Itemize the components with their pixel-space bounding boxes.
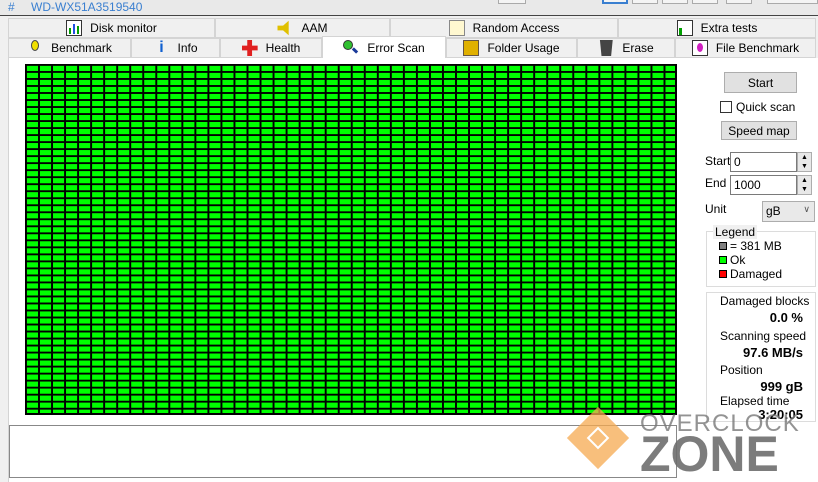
tab-benchmark[interactable]: Benchmark — [8, 38, 131, 58]
quick-scan-checkbox[interactable] — [720, 101, 732, 113]
elapsed-time-value: 3:20:05 — [758, 407, 803, 422]
toolbar-button[interactable] — [662, 0, 688, 4]
tab-info[interactable]: i Info — [131, 38, 220, 58]
legend-block: = 381 MB — [719, 239, 782, 253]
unit-value: gB — [766, 204, 781, 218]
tab-label: Error Scan — [367, 40, 425, 55]
legend-damaged: Damaged — [719, 267, 782, 281]
legend-ok-label: Ok — [730, 253, 746, 267]
title-bar: # WD-WX51A3519540 — [0, 0, 818, 16]
tab-folder-usage[interactable]: Folder Usage — [446, 38, 577, 58]
quick-scan-label: Quick scan — [736, 100, 796, 114]
tab-health[interactable]: Health — [220, 38, 322, 58]
elapsed-time-label: Elapsed time — [720, 394, 790, 408]
tab-extra-tests[interactable]: Extra tests — [618, 18, 816, 38]
tab-label: File Benchmark — [715, 41, 800, 55]
tab-disk-monitor[interactable]: Disk monitor — [8, 18, 215, 38]
scan-stats: Damaged blocks 0.0 % Scanning speed 97.6… — [706, 292, 816, 422]
tab-erase[interactable]: Erase — [577, 38, 675, 58]
toolbar-button[interactable] — [498, 0, 526, 4]
folder-icon — [463, 40, 480, 56]
red-cross-icon — [241, 40, 258, 56]
title-hash: # — [8, 0, 15, 14]
scanning-speed-value: 97.6 MB/s — [743, 345, 803, 360]
file-benchmark-icon — [691, 40, 708, 56]
extra-tests-icon — [676, 20, 693, 36]
tab-label: Disk monitor — [90, 21, 157, 35]
toolbar-button[interactable] — [767, 0, 818, 4]
green-swatch — [719, 256, 727, 264]
gray-swatch — [719, 242, 727, 250]
tab-error-scan[interactable]: Error Scan — [322, 36, 446, 58]
tab-label: Random Access — [472, 21, 560, 35]
tab-label: Info — [177, 41, 198, 55]
legend-ok: Ok — [719, 253, 745, 267]
disk-monitor-icon — [66, 20, 83, 36]
position-label: Position — [720, 363, 763, 377]
legend-title: Legend — [713, 225, 758, 239]
end-spinner[interactable]: ▲ ▼ — [797, 175, 812, 195]
damaged-blocks-label: Damaged blocks — [720, 294, 810, 308]
tab-aam[interactable]: AAM — [215, 18, 390, 38]
unit-label: Unit — [705, 202, 727, 216]
start-button[interactable]: Start — [724, 72, 797, 93]
red-swatch — [719, 270, 727, 278]
tab-file-benchmark[interactable]: File Benchmark — [675, 38, 816, 58]
random-access-icon — [448, 20, 465, 36]
info-icon: i — [159, 39, 164, 56]
toolbar-button[interactable] — [602, 0, 628, 4]
end-input[interactable]: 1000 — [730, 175, 797, 195]
unit-select[interactable]: gB ∨ — [762, 201, 815, 222]
toolbar-button[interactable] — [632, 0, 658, 4]
log-box[interactable] — [9, 425, 677, 478]
end-label: End — [705, 176, 727, 190]
legend-damaged-label: Damaged — [730, 267, 783, 281]
trash-icon — [599, 40, 613, 56]
tab-label: Benchmark — [51, 41, 112, 55]
scan-block-map — [25, 64, 677, 415]
speed-map-button[interactable]: Speed map — [721, 121, 797, 140]
legend-group: Legend = 381 MB Ok Damaged — [706, 225, 816, 287]
position-value: 999 gB — [760, 379, 803, 394]
toolbar-button[interactable] — [726, 0, 752, 4]
toolbar-button[interactable] — [692, 0, 718, 4]
tab-random-access[interactable]: Random Access — [390, 18, 618, 38]
chevron-down-icon: ∨ — [803, 204, 810, 214]
start-spinner[interactable]: ▲ ▼ — [797, 152, 812, 172]
legend-block-label: = 381 MB — [730, 239, 782, 253]
speaker-icon — [277, 20, 289, 36]
tab-label: AAM — [301, 21, 328, 35]
lightbulb-icon — [27, 40, 43, 56]
tab-label: Extra tests — [700, 21, 758, 35]
damaged-blocks-value: 0.0 % — [769, 310, 803, 325]
scanning-speed-label: Scanning speed — [720, 329, 807, 343]
tab-label: Folder Usage — [487, 41, 560, 55]
tab-label: Health — [265, 41, 301, 55]
tab-label: Erase — [622, 41, 654, 55]
drive-name: WD-WX51A3519540 — [31, 0, 143, 14]
magnifier-icon — [343, 39, 359, 56]
start-input[interactable]: 0 — [730, 152, 797, 172]
start-label: Start — [705, 154, 731, 168]
